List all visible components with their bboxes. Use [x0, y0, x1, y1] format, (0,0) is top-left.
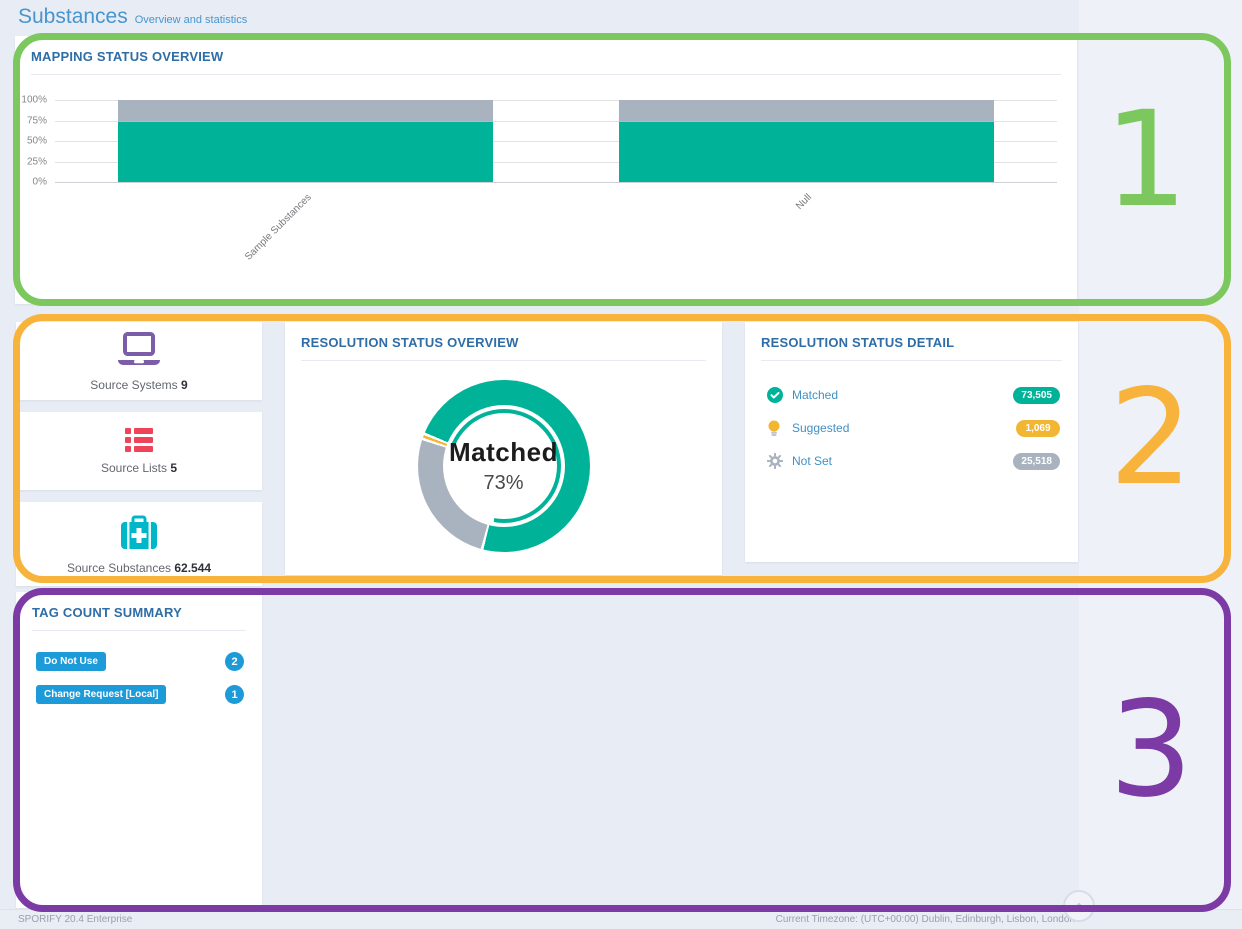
lightbulb-icon [767, 420, 783, 436]
y-axis-tick: 50% [27, 136, 47, 147]
status-row-matched: Matched 73,505 [767, 385, 1060, 405]
donut-center-title: Matched [449, 437, 558, 468]
app-version-label: SPORIFY 20.4 Enterprise [18, 914, 132, 925]
mapping-bar-chart: 100%75%50%25%0%Sample SubstancesNull [55, 100, 1057, 182]
tag-row: Do Not Use 2 [36, 652, 244, 671]
bar-segment-not-set[interactable] [619, 100, 995, 121]
panel-title-mapping: MAPPING STATUS OVERVIEW [31, 49, 223, 64]
stat-card-source-systems[interactable]: Source Systems 9 [16, 322, 262, 400]
stacked-bar-0[interactable] [118, 100, 494, 182]
bar-segment-matched[interactable] [118, 122, 494, 182]
annotation-number-2: 2 [1109, 372, 1193, 504]
app-screen: Substances Overview and statistics MAPPIN… [0, 0, 1242, 929]
scroll-to-top-button[interactable] [1063, 890, 1095, 922]
status-link-matched[interactable]: Matched [792, 388, 1013, 402]
gridline [55, 182, 1057, 183]
stacked-bar-1[interactable] [619, 100, 995, 182]
divider [32, 630, 246, 631]
stat-card-source-lists[interactable]: Source Lists 5 [16, 412, 262, 490]
gear-icon [767, 453, 783, 469]
x-axis-label: Sample Substances [243, 192, 314, 263]
resolution-status-overview-panel: RESOLUTION STATUS OVERVIEW Matched 73% [285, 322, 722, 575]
status-link-suggested[interactable]: Suggested [792, 421, 1016, 435]
tag-pill-change-request-local[interactable]: Change Request [Local] [36, 685, 166, 704]
page-header: Substances Overview and statistics [18, 5, 247, 29]
arrow-up-icon [1072, 899, 1086, 913]
status-row-not-set: Not Set 25,518 [767, 451, 1060, 471]
donut-center-label: Matched 73% [418, 380, 590, 552]
annotation-number-1: 1 [1104, 94, 1188, 226]
resolution-status-detail-panel: RESOLUTION STATUS DETAIL Matched 73,505 … [745, 322, 1078, 562]
bar-slot: Sample Substances [55, 100, 556, 182]
divider [301, 360, 706, 361]
bar-slot: Null [556, 100, 1057, 182]
stat-card-source-substances[interactable]: Source Substances 62.544 [16, 502, 262, 586]
status-link-not-set[interactable]: Not Set [792, 454, 1013, 468]
stat-label: Source Substances 62.544 [67, 561, 211, 575]
mapping-status-panel: MAPPING STATUS OVERVIEW 100%75%50%25%0%S… [15, 36, 1077, 304]
count-badge-not-set: 25,518 [1013, 453, 1060, 470]
laptop-icon [115, 331, 163, 369]
tag-pill-do-not-use[interactable]: Do Not Use [36, 652, 106, 671]
y-axis-tick: 75% [27, 115, 47, 126]
stat-value: 5 [170, 461, 177, 475]
list-icon [125, 428, 153, 452]
divider [31, 74, 1061, 75]
divider [761, 360, 1062, 361]
medical-case-icon [118, 514, 160, 552]
tag-count-summary-panel: TAG COUNT SUMMARY Do Not Use 2 Change Re… [16, 592, 262, 908]
bar-segment-matched[interactable] [619, 122, 995, 182]
resolution-donut-chart[interactable]: Matched 73% [418, 380, 590, 552]
stat-label: Source Lists 5 [101, 461, 177, 475]
stat-value: 62.544 [174, 561, 211, 575]
page-subtitle: Overview and statistics [135, 14, 247, 26]
x-axis-label: Null [794, 192, 814, 212]
annotation-number-3: 3 [1109, 684, 1193, 816]
panel-title-tag-summary: TAG COUNT SUMMARY [32, 605, 182, 620]
status-row-suggested: Suggested 1,069 [767, 418, 1060, 438]
tag-count-badge[interactable]: 2 [225, 652, 244, 671]
stat-label: Source Systems 9 [90, 378, 187, 392]
y-axis-tick: 100% [21, 95, 47, 106]
footer-bar: SPORIFY 20.4 Enterprise Current Timezone… [0, 909, 1242, 929]
y-axis-tick: 25% [27, 156, 47, 167]
panel-title-resolution-detail: RESOLUTION STATUS DETAIL [761, 335, 954, 350]
stat-value: 9 [181, 378, 188, 392]
panel-title-resolution-overview: RESOLUTION STATUS OVERVIEW [301, 335, 519, 350]
page-title: Substances [18, 5, 128, 28]
y-axis-tick: 0% [33, 177, 47, 188]
count-badge-suggested: 1,069 [1016, 420, 1060, 437]
tag-row: Change Request [Local] 1 [36, 685, 244, 704]
donut-center-value: 73% [483, 472, 523, 495]
bar-segment-not-set[interactable] [118, 100, 494, 121]
timezone-label: Current Timezone: (UTC+00:00) Dublin, Ed… [776, 914, 1075, 925]
count-badge-matched: 73,505 [1013, 387, 1060, 404]
tag-count-badge[interactable]: 1 [225, 685, 244, 704]
check-circle-icon [767, 387, 783, 403]
